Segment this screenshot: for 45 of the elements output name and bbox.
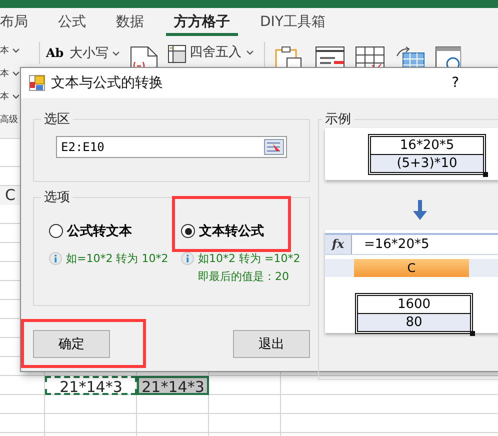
table-cell: 80 (358, 314, 470, 331)
ribbon-label[interactable]: 本 (0, 90, 9, 103)
group-label: 示例 (324, 111, 352, 128)
ribbon-tab[interactable]: 公式 (50, 8, 94, 36)
ribbon-label[interactable]: 本 (0, 44, 9, 57)
caret-icon[interactable] (246, 50, 254, 54)
column-header: C (354, 259, 469, 277)
caret-icon[interactable] (12, 94, 20, 99)
hint-text: 即最后的值是：20 (198, 268, 289, 284)
hint-text: 如=10*2 转为 10*2 (66, 250, 168, 266)
down-arrow-icon (413, 200, 427, 220)
help-button[interactable]: ? (452, 75, 459, 91)
table-cell: (5+3)*10 (371, 154, 483, 172)
group-label: 选区 (43, 111, 71, 128)
caret-icon[interactable] (12, 71, 20, 76)
dialog-button[interactable]: 退出 (233, 330, 310, 358)
ribbon-tab[interactable]: 数据 (108, 8, 152, 36)
radio-label[interactable]: 文本转公式 (199, 222, 264, 240)
ribbon-label[interactable]: 高级 (0, 113, 18, 126)
formula-text: =16*20*5 (363, 237, 430, 252)
case-label: Ab (46, 46, 64, 60)
ribbon-tab[interactable]: 布局 (0, 8, 36, 36)
ribbon-label[interactable]: 大小写 (70, 44, 109, 62)
app-icon (29, 75, 45, 91)
column-header (325, 259, 354, 277)
dialog-button[interactable]: 确定 (33, 330, 110, 358)
table-cell[interactable]: 21*14*3 (137, 376, 209, 395)
radio-button[interactable] (181, 224, 195, 238)
ribbon-tab[interactable]: DIY工具箱 (252, 8, 334, 36)
range-picker-icon (264, 139, 284, 155)
group-label: 选项 (43, 189, 71, 206)
column-header (469, 259, 498, 277)
radio-label[interactable]: 公式转文本 (67, 222, 132, 240)
info-icon (181, 252, 194, 264)
table-icon[interactable] (168, 45, 186, 63)
radio-button[interactable] (49, 224, 63, 238)
function-label: fx (325, 235, 352, 254)
hint-text: 如10*2 转为 =10*2 (198, 250, 300, 266)
caret-icon[interactable] (12, 48, 20, 53)
info-icon (49, 252, 62, 264)
ribbon-label[interactable]: 本 (0, 67, 9, 80)
caret-icon[interactable] (112, 50, 120, 56)
range-field[interactable]: E2:E10 (56, 136, 287, 158)
ribbon-label[interactable]: 四舍五入 (190, 43, 242, 61)
dialog-title: 文本与公式的转换 (51, 74, 163, 92)
